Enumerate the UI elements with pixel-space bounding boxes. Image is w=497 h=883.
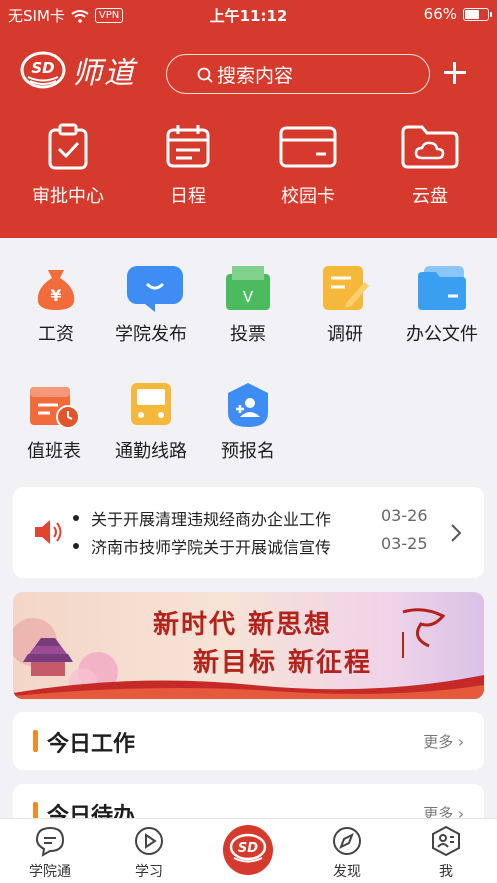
play-icon <box>135 827 163 855</box>
grid-vote[interactable]: V 投票 <box>198 264 298 346</box>
grid-commute-route-label: 通勤线路 <box>115 441 187 462</box>
notice-text: 济南市技师学院关于开展诚信宣传 <box>91 538 332 557</box>
search-icon <box>197 67 213 83</box>
tab-discover[interactable]: 发现 <box>307 825 387 881</box>
notice-item[interactable]: 关于开展清理违规经商办企业工作 03-26 <box>73 506 448 530</box>
more-label: 更多 <box>423 733 454 751</box>
bus-icon <box>131 383 171 425</box>
notice-text: 关于开展清理违规经商办企业工作 <box>91 510 332 529</box>
enroll-icon <box>228 383 268 427</box>
header: 无SIM卡 VPN 上午11:12 66% SD 师道 搜索内容 审批中心 日程… <box>0 0 497 238</box>
folder-icon <box>418 266 466 310</box>
svg-text:V: V <box>243 288 254 306</box>
grid-survey[interactable]: 调研 <box>295 264 395 346</box>
profile-icon <box>432 825 460 857</box>
cloud-folder-icon <box>401 125 459 169</box>
notice-board[interactable]: 关于开展清理违规经商办企业工作 03-26 济南市技师学院关于开展诚信宣传 03… <box>13 487 484 578</box>
quick-approval[interactable]: 审批中心 <box>8 122 128 208</box>
section-accent-bar <box>33 730 38 752</box>
grid-college-publish[interactable]: 学院发布 <box>101 264 201 346</box>
quick-approval-label: 审批中心 <box>32 186 104 207</box>
more-link[interactable]: 更多 › <box>423 731 464 752</box>
chevron-right-icon[interactable] <box>450 523 462 543</box>
tab-bar: 学院通 学习 SD 发现 我 <box>0 818 497 883</box>
duty-calendar-icon <box>30 387 80 429</box>
banner-wave <box>13 675 484 699</box>
tab-label: 我 <box>439 864 453 880</box>
bullet-dot <box>73 515 79 521</box>
tab-label: 发现 <box>333 864 361 880</box>
speaker-icon <box>35 520 62 544</box>
quick-schedule-label: 日程 <box>170 186 206 207</box>
clipboard-check-icon <box>48 123 88 170</box>
money-bag-icon: ¥ <box>37 270 75 310</box>
section-title: 今日工作 <box>47 732 136 757</box>
sd-logo-icon: SD <box>20 51 66 89</box>
compass-icon <box>333 827 361 855</box>
battery-icon <box>463 7 492 21</box>
status-time: 上午11:12 <box>209 7 288 25</box>
grid-duty-roster[interactable]: 值班表 <box>4 381 104 463</box>
svg-text:SD: SD <box>238 841 258 856</box>
tab-me[interactable]: 我 <box>406 825 486 881</box>
add-button[interactable] <box>440 58 470 88</box>
grid-salary[interactable]: ¥ 工资 <box>6 264 106 346</box>
grid-pre-enroll[interactable]: 预报名 <box>198 381 298 463</box>
calendar-icon <box>166 125 210 168</box>
section-today-work[interactable]: 今日工作 更多 › <box>13 712 484 770</box>
quick-campus-card-label: 校园卡 <box>281 186 335 207</box>
notice-item[interactable]: 济南市技师学院关于开展诚信宣传 03-25 <box>73 534 448 558</box>
tab-study[interactable]: 学习 <box>109 825 189 881</box>
status-bar: 无SIM卡 VPN 上午11:12 66% <box>0 0 497 28</box>
tab-college[interactable]: 学院通 <box>10 825 90 881</box>
vote-box-icon: V <box>226 266 270 310</box>
grid-duty-roster-label: 值班表 <box>27 441 81 462</box>
notice-date: 03-26 <box>381 506 428 525</box>
grid-survey-label: 调研 <box>327 324 363 345</box>
chat-icon <box>35 826 65 857</box>
app-name: 师道 <box>72 56 136 91</box>
china-dream-emblem <box>402 608 446 658</box>
quick-cloud-disk[interactable]: 云盘 <box>370 122 490 208</box>
survey-icon <box>323 266 369 310</box>
tab-label: 学习 <box>135 864 163 880</box>
quick-cloud-disk-label: 云盘 <box>412 186 448 207</box>
notice-date: 03-25 <box>381 534 428 553</box>
grid-vote-label: 投票 <box>230 324 266 345</box>
grid-college-publish-label: 学院发布 <box>115 324 187 345</box>
banner-line1: 新时代 新思想 <box>153 610 333 640</box>
promo-banner[interactable]: 新时代 新思想 新目标 新征程 <box>13 592 484 699</box>
chat-bubble-icon <box>127 266 183 312</box>
svg-text:¥: ¥ <box>50 286 61 305</box>
grid-salary-label: 工资 <box>38 324 74 345</box>
search-placeholder: 搜索内容 <box>217 64 294 87</box>
bullet-dot <box>73 543 79 549</box>
logo-badge-text: SD <box>31 59 54 77</box>
sd-logo-icon: SD <box>223 825 273 875</box>
battery-percent: 66% <box>423 5 457 23</box>
card-icon <box>279 126 337 168</box>
grid-office-files[interactable]: 办公文件 <box>392 264 492 346</box>
tab-home[interactable]: SD <box>208 823 288 877</box>
grid-office-files-label: 办公文件 <box>406 324 478 345</box>
quick-campus-card[interactable]: 校园卡 <box>248 122 368 208</box>
grid-commute-route[interactable]: 通勤线路 <box>101 381 201 463</box>
tab-label: 学院通 <box>29 864 71 880</box>
quick-schedule[interactable]: 日程 <box>128 122 248 208</box>
grid-pre-enroll-label: 预报名 <box>221 441 275 462</box>
app-logo: SD 师道 <box>20 48 136 92</box>
search-input[interactable]: 搜索内容 <box>166 54 430 94</box>
